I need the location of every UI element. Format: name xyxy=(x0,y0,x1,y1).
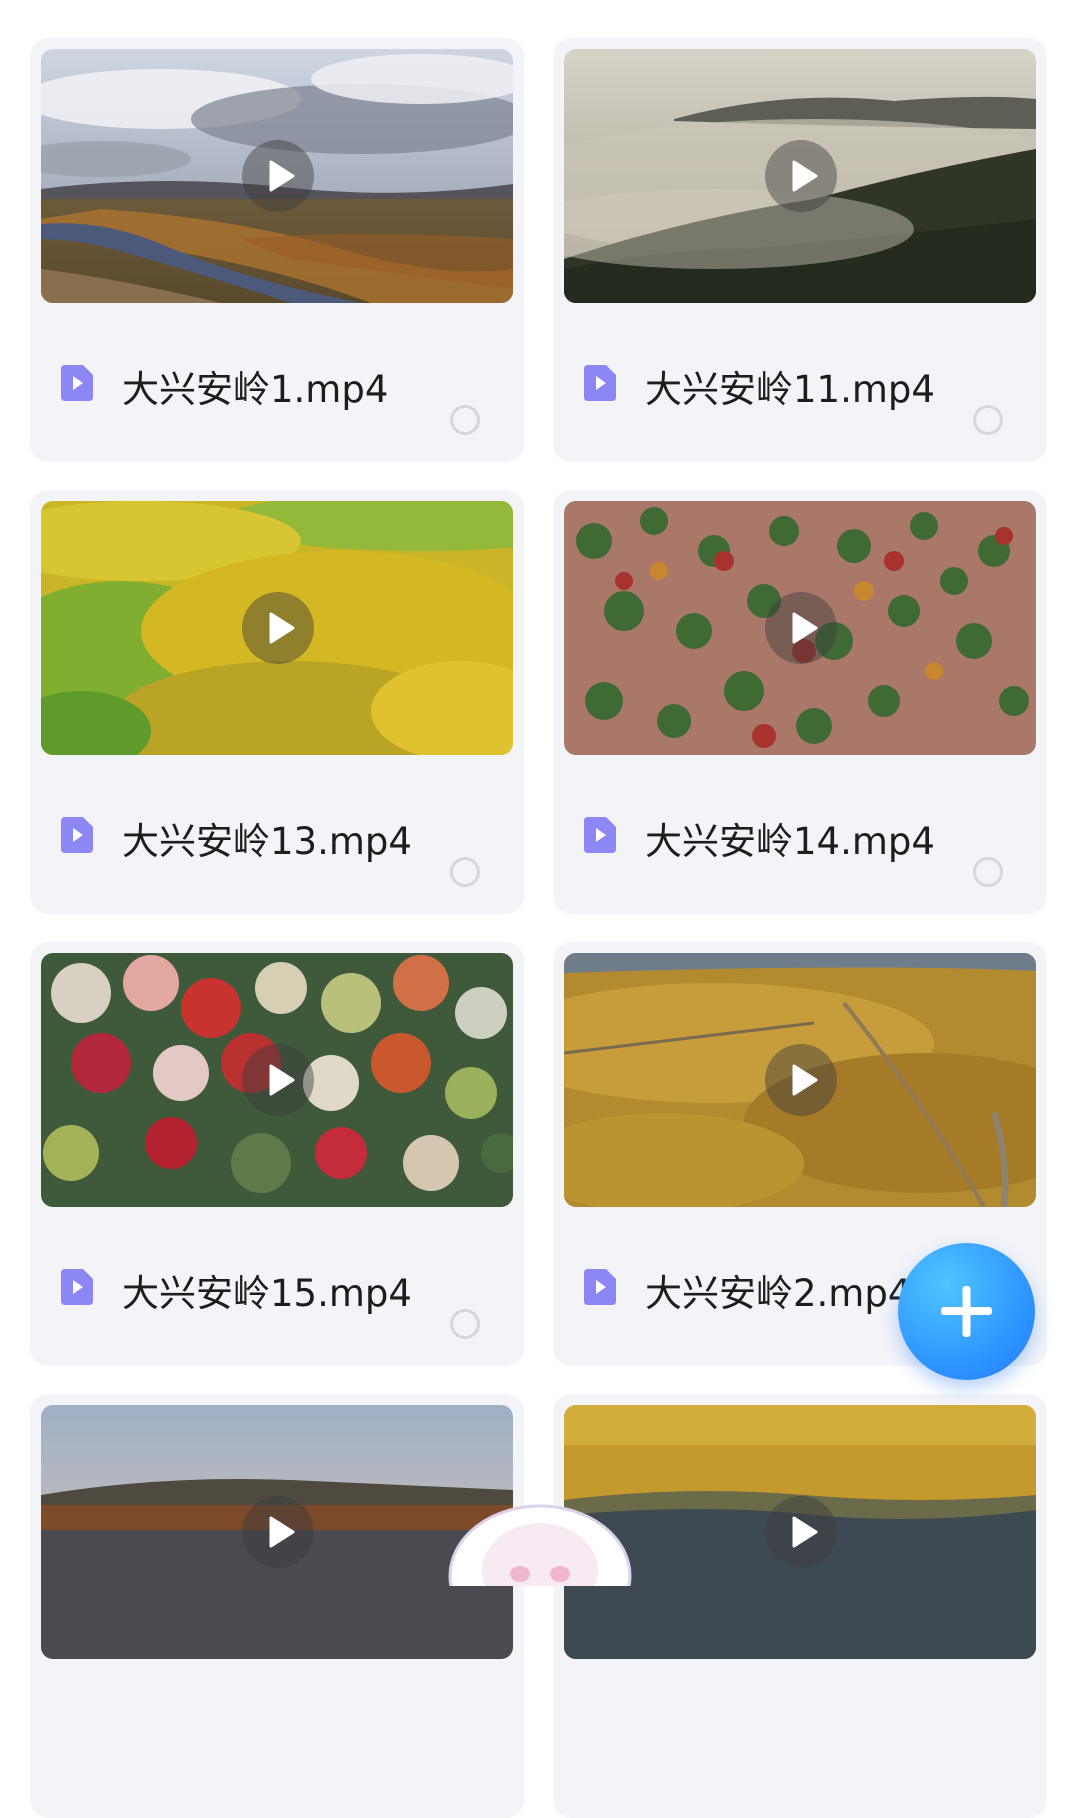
video-file-icon xyxy=(61,1269,93,1305)
video-card[interactable]: 大兴安岭1.mp4 xyxy=(30,38,524,462)
play-icon xyxy=(792,160,818,192)
video-file-name: 大兴安岭11.mp4 xyxy=(645,368,935,411)
video-card[interactable]: 大兴安岭15.mp4 xyxy=(30,942,524,1366)
video-thumbnail[interactable] xyxy=(41,49,513,303)
select-checkbox[interactable] xyxy=(973,857,1003,887)
select-checkbox[interactable] xyxy=(450,405,480,435)
video-file-icon xyxy=(584,365,616,401)
video-file-name: 大兴安岭2.mp4 xyxy=(645,1272,912,1315)
video-card[interactable]: 大兴安岭14.mp4 xyxy=(553,490,1047,914)
play-button[interactable] xyxy=(242,140,314,212)
video-card[interactable] xyxy=(30,1394,524,1818)
select-checkbox[interactable] xyxy=(450,1309,480,1339)
video-meta: 大兴安岭1.mp4 xyxy=(30,303,524,462)
select-checkbox[interactable] xyxy=(973,405,1003,435)
video-thumbnail[interactable] xyxy=(41,953,513,1207)
play-button[interactable] xyxy=(765,140,837,212)
play-button[interactable] xyxy=(765,1044,837,1116)
play-icon xyxy=(269,612,295,644)
play-icon xyxy=(792,1064,818,1096)
video-meta: 大兴安岭14.mp4 xyxy=(553,755,1047,914)
video-thumbnail[interactable] xyxy=(564,49,1036,303)
play-icon xyxy=(792,1516,818,1548)
video-file-name: 大兴安岭14.mp4 xyxy=(645,820,935,863)
play-button[interactable] xyxy=(765,1496,837,1568)
video-file-icon xyxy=(61,365,93,401)
video-card[interactable]: 大兴安岭13.mp4 xyxy=(30,490,524,914)
play-icon xyxy=(269,1064,295,1096)
video-thumbnail[interactable] xyxy=(41,501,513,755)
video-card[interactable]: 大兴安岭11.mp4 xyxy=(553,38,1047,462)
video-file-icon xyxy=(61,817,93,853)
play-button[interactable] xyxy=(765,592,837,664)
video-meta: 大兴安岭11.mp4 xyxy=(553,303,1047,462)
video-file-name: 大兴安岭15.mp4 xyxy=(122,1272,412,1315)
video-thumbnail[interactable] xyxy=(564,953,1036,1207)
plus-icon xyxy=(941,1286,992,1337)
video-file-name: 大兴安岭1.mp4 xyxy=(122,368,389,411)
select-checkbox[interactable] xyxy=(450,857,480,887)
mascot-avatar[interactable] xyxy=(440,1496,640,1648)
video-meta: 大兴安岭15.mp4 xyxy=(30,1207,524,1366)
video-file-name: 大兴安岭13.mp4 xyxy=(122,820,412,863)
video-card[interactable] xyxy=(553,1394,1047,1818)
play-button[interactable] xyxy=(242,592,314,664)
play-icon xyxy=(269,160,295,192)
play-button[interactable] xyxy=(242,1044,314,1116)
video-file-icon xyxy=(584,817,616,853)
play-icon xyxy=(792,612,818,644)
play-button[interactable] xyxy=(242,1496,314,1568)
video-thumbnail[interactable] xyxy=(564,501,1036,755)
video-file-icon xyxy=(584,1269,616,1305)
add-button[interactable] xyxy=(898,1243,1035,1380)
video-meta: 大兴安岭13.mp4 xyxy=(30,755,524,914)
play-icon xyxy=(269,1516,295,1548)
